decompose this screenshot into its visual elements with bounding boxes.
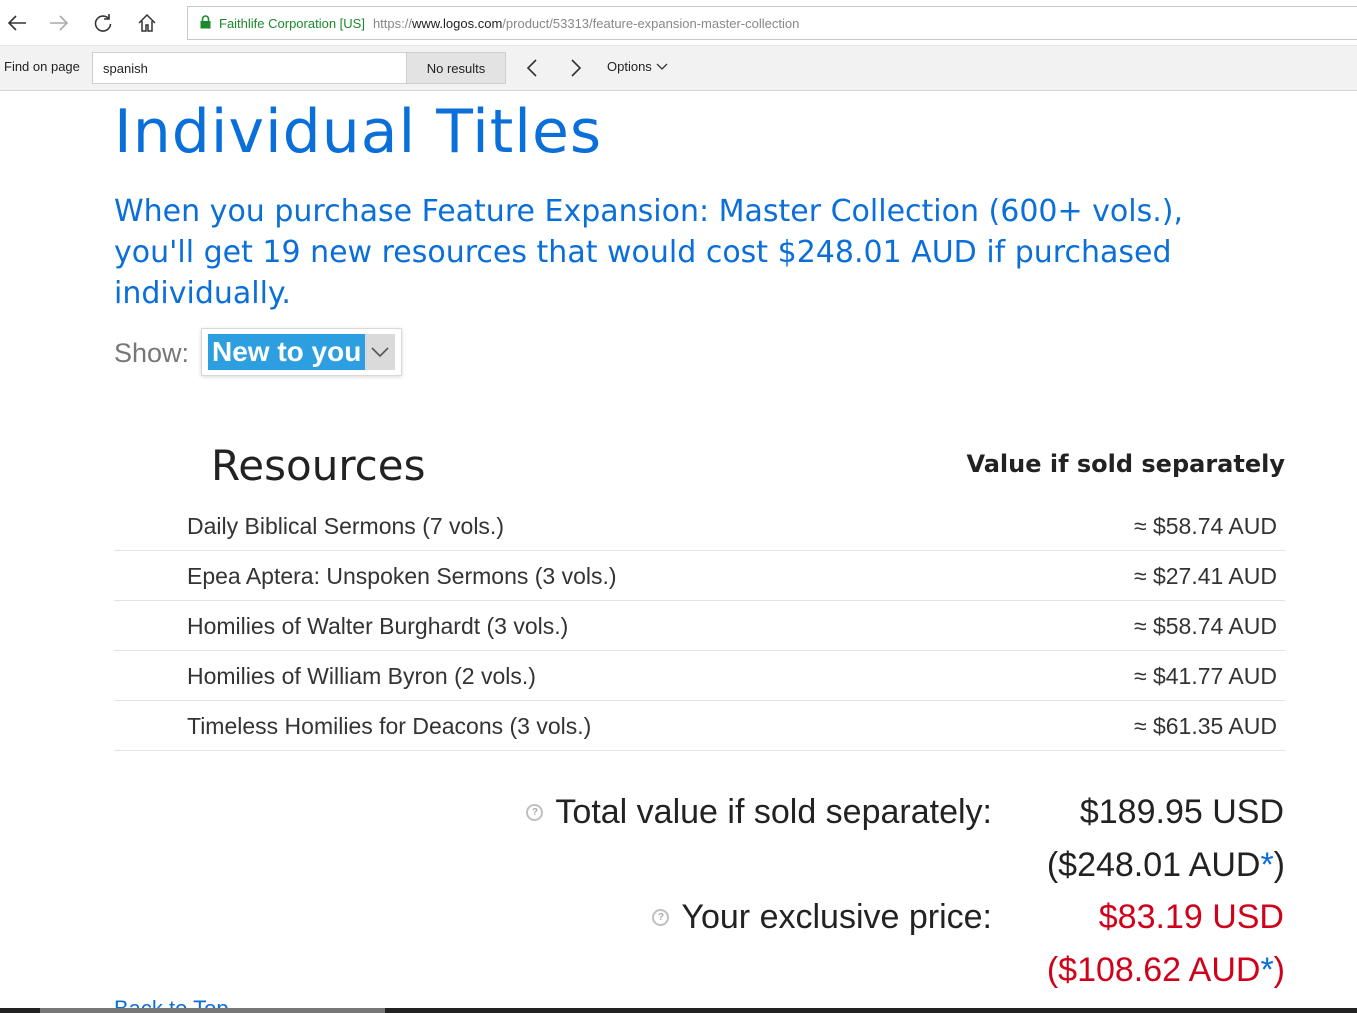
- show-selected-value: New to you: [208, 334, 366, 370]
- resource-name[interactable]: Epea Aptera: Unspoken Sermons (3 vols.): [187, 563, 617, 590]
- price-aud-close: ): [1273, 951, 1285, 989]
- forward-button[interactable]: [44, 8, 74, 38]
- lock-icon: [200, 14, 211, 32]
- chevron-left-icon: [526, 59, 537, 77]
- site-identity: Faithlife Corporation [US]: [219, 15, 365, 31]
- find-options-button[interactable]: Options: [607, 59, 668, 74]
- resource-name[interactable]: Timeless Homilies for Deacons (3 vols.): [187, 713, 591, 740]
- currency-note-link[interactable]: *: [1260, 951, 1273, 989]
- price-aud-amount: ($108.62 AUD: [1046, 951, 1261, 989]
- resource-name[interactable]: Homilies of William Byron (2 vols.): [187, 663, 536, 690]
- arrow-left-icon: [7, 15, 26, 31]
- resource-name[interactable]: Daily Biblical Sermons (7 vols.): [187, 513, 504, 540]
- find-results-count: No results: [406, 52, 506, 84]
- exclusive-price-label: ? Your exclusive price:: [652, 898, 992, 937]
- resources-header: Resources: [211, 441, 426, 490]
- find-options-label: Options: [607, 59, 652, 74]
- total-value-label: ? Total value if sold separately:: [526, 793, 992, 832]
- resource-price: ≈ $27.41 AUD: [1133, 563, 1277, 589]
- intro-text: When you purchase Feature Expansion: Mas…: [114, 194, 1184, 311]
- table-row: Epea Aptera: Unspoken Sermons (3 vols.) …: [114, 551, 1285, 601]
- resource-price: ≈ $41.77 AUD: [1133, 663, 1277, 689]
- exclusive-price-aud: ($108.62 AUD*): [1047, 951, 1285, 990]
- resource-price: ≈ $58.74 AUD: [1133, 513, 1277, 539]
- browser-address-bar: Faithlife Corporation [US] https://www.l…: [0, 0, 1357, 46]
- help-icon[interactable]: ?: [652, 909, 670, 926]
- url-scheme: https://: [372, 15, 412, 31]
- url-host: www.logos.com: [411, 15, 503, 31]
- total-aud-close: ): [1273, 846, 1285, 884]
- refresh-icon: [94, 14, 112, 32]
- refresh-button[interactable]: [88, 8, 118, 38]
- table-row: Daily Biblical Sermons (7 vols.) ≈ $58.7…: [114, 501, 1285, 551]
- page-title: Individual Titles: [114, 97, 603, 167]
- arrow-right-icon: [50, 15, 69, 31]
- find-label: Find on page: [4, 59, 80, 74]
- address-field[interactable]: Faithlife Corporation [US] https://www.l…: [187, 6, 1357, 40]
- chevron-down-icon: [656, 63, 668, 70]
- value-header: Value if sold separately: [966, 450, 1285, 478]
- scroll-thumb[interactable]: [40, 1008, 385, 1013]
- total-aud-amount: ($248.01 AUD: [1046, 846, 1261, 884]
- url-path: /product/53313/feature-expansion-master-…: [502, 15, 800, 31]
- help-icon[interactable]: ?: [526, 804, 544, 821]
- table-row: Homilies of Walter Burghardt (3 vols.) ≈…: [114, 601, 1285, 651]
- bottom-scroll-bar: [0, 1008, 1357, 1013]
- total-value-usd: $189.95 USD: [1079, 793, 1284, 831]
- back-button[interactable]: [2, 8, 32, 38]
- home-icon: [138, 13, 156, 32]
- table-row: Timeless Homilies for Deacons (3 vols.) …: [114, 701, 1285, 751]
- page-content: Individual Titles When you purchase Feat…: [0, 91, 1357, 1013]
- resource-name[interactable]: Homilies of Walter Burghardt (3 vols.): [187, 613, 568, 640]
- show-filter-select[interactable]: New to you: [201, 328, 402, 376]
- chevron-down-icon: [365, 334, 395, 370]
- resource-price: ≈ $61.35 AUD: [1133, 713, 1277, 739]
- total-value-text: Total value if sold separately:: [555, 793, 992, 831]
- show-label: Show:: [114, 338, 190, 368]
- home-button[interactable]: [132, 8, 162, 38]
- find-previous-button[interactable]: [518, 54, 546, 82]
- find-input[interactable]: [92, 52, 408, 84]
- exclusive-price-text: Your exclusive price:: [681, 898, 992, 936]
- chevron-right-icon: [571, 59, 582, 77]
- exclusive-price-usd: $83.19 USD: [1098, 898, 1284, 936]
- currency-note-link[interactable]: *: [1260, 846, 1273, 884]
- resource-price: ≈ $58.74 AUD: [1133, 613, 1277, 639]
- find-bar: Find on page No results Options: [0, 46, 1357, 91]
- total-value-aud: ($248.01 AUD*): [1047, 846, 1285, 885]
- resources-table: Daily Biblical Sermons (7 vols.) ≈ $58.7…: [114, 501, 1285, 751]
- find-next-button[interactable]: [562, 54, 590, 82]
- table-row: Homilies of William Byron (2 vols.) ≈ $4…: [114, 651, 1285, 701]
